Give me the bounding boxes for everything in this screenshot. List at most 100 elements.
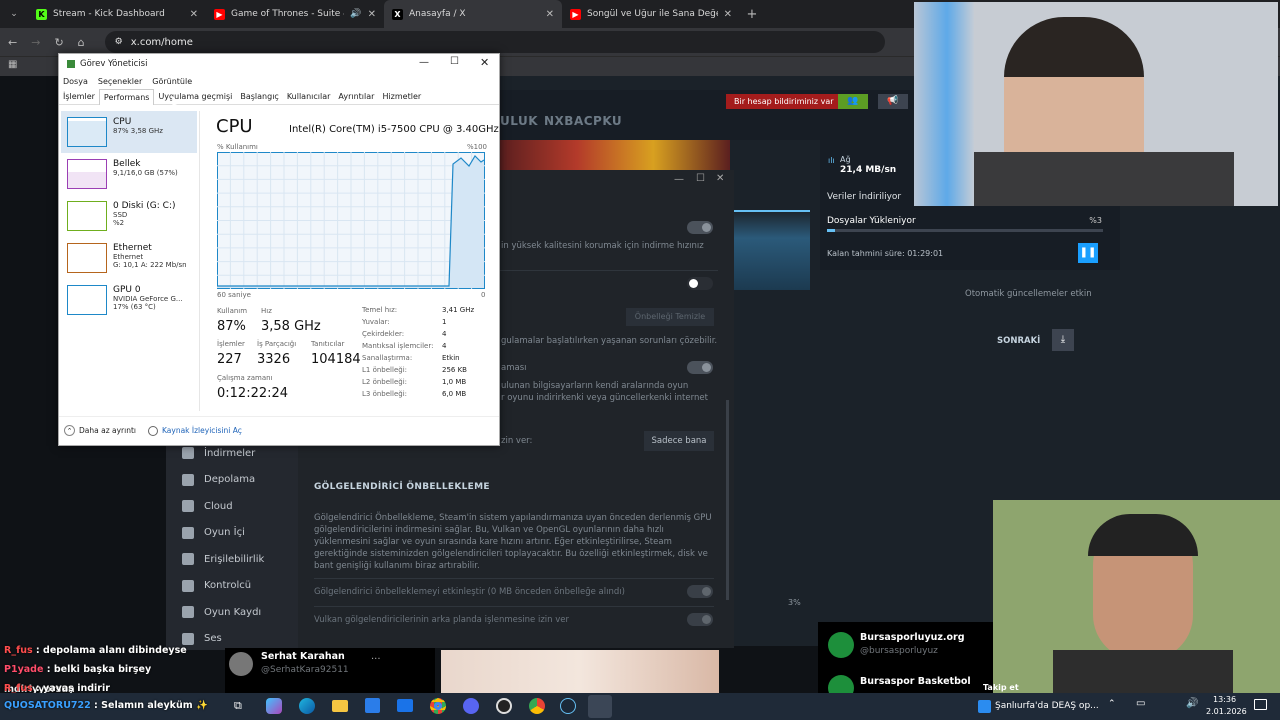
pause-button[interactable]: ❚❚: [1078, 243, 1098, 263]
toggle-throttle[interactable]: [687, 277, 713, 290]
resource-disk[interactable]: 0 Diski (G: C:) SSD %2: [61, 195, 197, 237]
sidebar-item-cloud[interactable]: Cloud: [166, 493, 298, 520]
tab-performance[interactable]: Performans: [98, 88, 155, 105]
usage-axis-max: %100: [467, 143, 488, 151]
browser-tab-2[interactable]: ▶ Game of Thrones - Suite & 🔊 ✕: [206, 0, 384, 28]
toggle-shader-cache[interactable]: [687, 585, 713, 598]
browser-tab-4[interactable]: ▶ Songül ve Uğur ile Sana Değer ✕: [562, 0, 740, 28]
announce-button[interactable]: 📢: [878, 94, 908, 109]
tab-search-button[interactable]: ⌄: [0, 9, 28, 19]
task-manager-taskbar-icon[interactable]: [588, 695, 612, 718]
new-tab-button[interactable]: +: [740, 7, 764, 22]
file-explorer-icon[interactable]: [332, 700, 348, 712]
sidebar-item-ingame[interactable]: Oyun İçi: [166, 520, 298, 547]
menu-options[interactable]: Seçenekler: [98, 77, 142, 86]
chrome-icon[interactable]: [430, 698, 446, 714]
maximize-icon[interactable]: ☐: [450, 56, 459, 67]
menu-view[interactable]: Görüntüle: [152, 77, 192, 86]
obs-icon[interactable]: [496, 698, 512, 714]
speed-value: 3,58 GHz: [261, 319, 321, 334]
forward-icon[interactable]: →: [31, 36, 40, 49]
follow-button[interactable]: Takip et: [983, 683, 1019, 692]
speaker-icon[interactable]: 🔊: [350, 9, 361, 19]
sidebar-item-controller[interactable]: Kontrolcü: [166, 573, 298, 600]
steam-icon[interactable]: [560, 698, 576, 714]
minimize-icon[interactable]: —: [419, 57, 429, 68]
browser-tab-1[interactable]: K Stream - Kick Dashboard ✕: [28, 0, 206, 28]
close-icon[interactable]: ✕: [546, 9, 554, 20]
usage-title: Kullanım: [217, 307, 248, 315]
chrome-icon[interactable]: [529, 698, 545, 714]
tab-processes[interactable]: İşlemler: [59, 89, 99, 105]
copilot-icon[interactable]: [266, 698, 282, 714]
network-tray-icon[interactable]: ▭: [1136, 698, 1145, 709]
resource-ethernet[interactable]: Ethernet Ethernet G: 10,1 A: 222 Mb/sn: [61, 237, 197, 279]
fewer-details-button[interactable]: ⌃ Daha az ayrıntı: [64, 425, 136, 436]
sparkle-icon: ✨: [195, 700, 208, 711]
download-icon: [182, 447, 194, 460]
suggest-name-1[interactable]: Bursasporluyuz.org: [860, 632, 965, 643]
mail-icon[interactable]: [397, 699, 413, 712]
report-button[interactable]: Bir hesap bildiriminiz var: [726, 94, 842, 109]
home-icon[interactable]: ⌂: [78, 36, 85, 49]
resource-memory[interactable]: Bellek 9,1/16,0 GB (57%): [61, 153, 197, 195]
open-resource-monitor-link[interactable]: Kaynak İzleyicisini Aç: [148, 425, 242, 436]
store-icon[interactable]: [365, 698, 380, 713]
toggle-speed-limit[interactable]: [687, 221, 713, 234]
site-info-icon[interactable]: ⚙: [115, 37, 123, 47]
menu-file[interactable]: Dosya: [63, 77, 88, 86]
friends-button[interactable]: 👥: [838, 94, 868, 109]
resource-gpu[interactable]: GPU 0 NVIDIA GeForce G... 17% (63 °C): [61, 279, 197, 321]
toggle-lan-transfer[interactable]: [687, 361, 713, 374]
clock-date[interactable]: 2.01.2026: [1206, 707, 1247, 716]
only-me-dropdown[interactable]: Sadece bana: [644, 431, 714, 451]
news-widget[interactable]: Şanlıurfa'da DEAŞ op...: [995, 701, 1099, 711]
sidebar-item-storage[interactable]: Depolama: [166, 467, 298, 494]
clock-time[interactable]: 13:36: [1213, 695, 1236, 704]
reload-icon[interactable]: ↻: [54, 36, 63, 49]
close-icon[interactable]: ✕: [716, 173, 724, 184]
volume-tray-icon[interactable]: 🔊: [1186, 698, 1198, 709]
dialog-scrollbar[interactable]: [726, 400, 729, 600]
tab-app-history[interactable]: Uygulama geçmişi: [154, 89, 236, 105]
discord-icon[interactable]: [463, 698, 479, 714]
more-options-icon[interactable]: ···: [371, 654, 381, 665]
news-widget-icon[interactable]: [978, 700, 991, 713]
allow-label: zin ver:: [501, 436, 533, 446]
task-view-icon[interactable]: ⧉: [234, 699, 242, 713]
address-bar[interactable]: ⚙ x.com/home: [104, 31, 885, 53]
chevron-up-icon[interactable]: ⌃: [1108, 699, 1116, 709]
task-manager-titlebar[interactable]: Görev Yöneticisi — ☐ ✕: [59, 54, 499, 74]
tweet-image[interactable]: [441, 650, 719, 693]
edge-icon[interactable]: [299, 698, 315, 714]
apps-icon[interactable]: ▦: [8, 59, 17, 70]
tab-details[interactable]: Ayrıntılar: [334, 89, 378, 105]
cloud-icon: [182, 500, 194, 513]
back-icon[interactable]: ←: [8, 36, 17, 49]
toggle-vulkan-bg[interactable]: [687, 613, 713, 626]
auto-update-status: Otomatik güncellemeler etkin: [965, 289, 1092, 299]
maximize-icon[interactable]: ☐: [696, 173, 705, 184]
resource-cpu[interactable]: CPU 87% 3,58 GHz: [61, 111, 197, 153]
close-icon[interactable]: ✕: [368, 9, 376, 20]
shader-section-title: GÖLGELENDİRİCİ ÖNBELLEKLEME: [314, 482, 490, 492]
nav-link-2[interactable]: NXBACPKU: [544, 114, 622, 128]
sidebar-item-accessibility[interactable]: Erişilebilirlik: [166, 546, 298, 573]
suggest-name-2[interactable]: Bursaspor Basketbol: [860, 676, 971, 687]
sidebar-item-recording[interactable]: Oyun Kaydı: [166, 599, 298, 626]
nav-link-1[interactable]: ULUK: [500, 114, 538, 128]
webcam-overlay-guest: [993, 500, 1280, 700]
tab-startup[interactable]: Başlangıç: [236, 89, 282, 105]
queue-download-icon[interactable]: ⤓: [1052, 329, 1074, 351]
clear-cache-button[interactable]: Önbelleği Temizle: [626, 308, 714, 326]
close-icon[interactable]: ✕: [480, 56, 489, 69]
browser-tab-3[interactable]: X Anasayfa / X ✕: [384, 0, 562, 28]
close-icon[interactable]: ✕: [190, 9, 198, 20]
tab-services[interactable]: Hizmetler: [378, 89, 425, 105]
url-text: x.com/home: [130, 36, 193, 48]
notification-icon[interactable]: [1254, 699, 1267, 710]
minimize-icon[interactable]: —: [674, 174, 684, 185]
twitter-post-author[interactable]: Serhat Karahan @SerhatKara92511 ···: [225, 648, 435, 693]
close-icon[interactable]: ✕: [724, 9, 732, 20]
tab-users[interactable]: Kullanıcılar: [283, 89, 335, 105]
